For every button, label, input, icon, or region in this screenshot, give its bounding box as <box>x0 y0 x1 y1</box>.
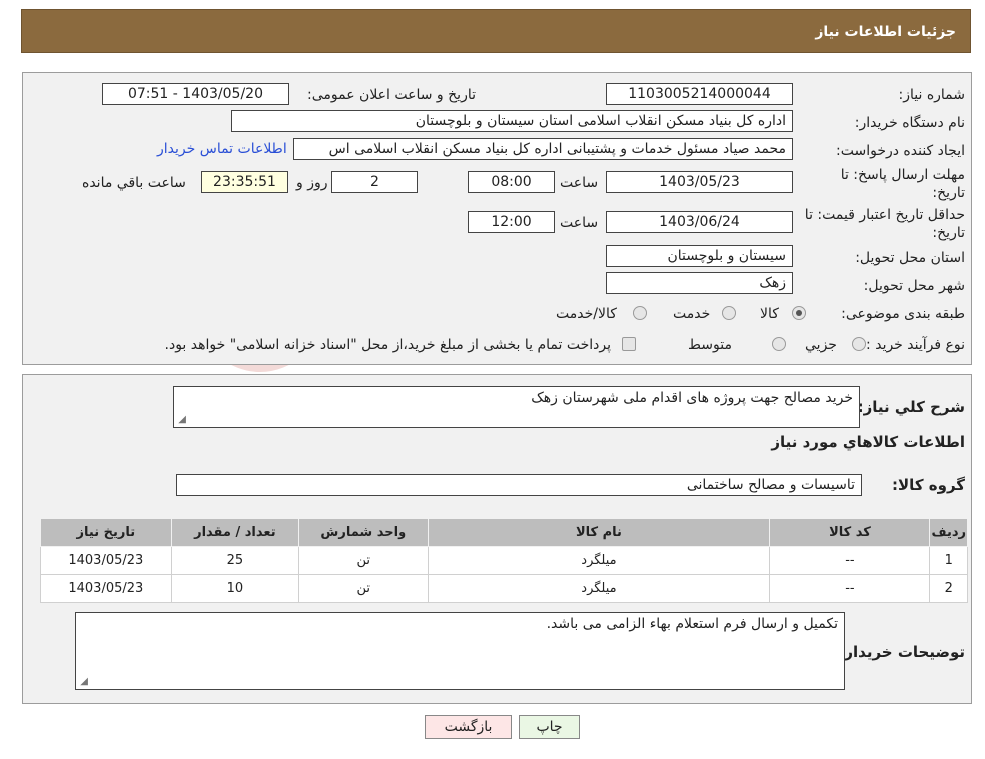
back-button[interactable]: بازگشت <box>425 715 512 739</box>
creator-field: محمد صیاد مسئول خدمات و پشتیبانی اداره ک… <box>293 138 793 160</box>
cell-unit: تن <box>298 546 429 575</box>
buyer-label: نام دستگاه خریدار: <box>854 115 965 131</box>
col-row-no: ردیف <box>929 518 968 547</box>
buyer-contact-link[interactable]: اطلاعات تماس خریدار <box>157 141 287 157</box>
cell-qty: 10 <box>170 574 300 603</box>
category-option-goods: کالا <box>760 306 779 322</box>
col-name: نام کالا <box>427 518 771 547</box>
table-row: 1 -- میلگرد تن 25 1403/05/23 <box>40 546 968 575</box>
goods-group-label: گروه کالا: <box>892 476 965 494</box>
cell-code: -- <box>769 574 931 603</box>
table-header-row: ردیف کد کالا نام کالا واحد شمارش تعداد /… <box>40 518 968 547</box>
process-option-medium: متوسط <box>688 337 732 353</box>
col-date: تاریخ نیاز <box>40 518 172 547</box>
remaining-word: ساعت باقي مانده <box>82 175 186 191</box>
resize-grip-icon[interactable]: ◢ <box>78 677 88 687</box>
cell-name: میلگرد <box>427 574 771 603</box>
process-note: پرداخت تمام یا بخشی از مبلغ خرید،از محل … <box>164 337 611 353</box>
validity-date-field: 1403/06/24 <box>606 211 793 233</box>
description-label: شرح کلي نیاز: <box>857 398 965 416</box>
category-radio-service[interactable] <box>722 306 736 320</box>
buyer-notes-text: تکمیل و ارسال فرم استعلام بهاء الزامی می… <box>546 616 838 632</box>
need-number-field: 1103005214000044 <box>606 83 793 105</box>
category-option-goods-service: کالا/خدمت <box>556 306 617 322</box>
remaining-time-field: 23:35:51 <box>201 171 288 193</box>
process-radio-minor[interactable] <box>852 337 866 351</box>
goods-group-field: تاسیسات و مصالح ساختمانی <box>176 474 862 496</box>
page-header: جزئیات اطلاعات نیاز <box>21 9 971 53</box>
buyer-notes-textarea[interactable]: تکمیل و ارسال فرم استعلام بهاء الزامی می… <box>75 612 845 690</box>
col-qty: تعداد / مقدار <box>170 518 300 547</box>
category-label: طبقه بندی موضوعی: <box>841 306 965 322</box>
category-option-service: خدمت <box>673 306 711 322</box>
announce-field: 1403/05/20 - 07:51 <box>102 83 289 105</box>
category-radio-goods-service[interactable] <box>633 306 647 320</box>
city-field: زهک <box>606 272 793 294</box>
validity-label: حداقل تاریخ اعتبار قیمت: تا تاریخ: <box>804 207 965 241</box>
goods-table-wrap: ردیف کد کالا نام کالا واحد شمارش تعداد /… <box>40 518 968 603</box>
goods-section-title: اطلاعات کالاهاي مورد نیاز <box>771 433 965 451</box>
deadline-label: مهلت ارسال پاسخ: تا تاریخ: <box>840 167 965 201</box>
treasury-checkbox[interactable] <box>622 337 636 351</box>
days-field: 2 <box>331 171 418 193</box>
description-text: خرید مصالح جهت پروژه های اقدام ملی شهرست… <box>531 390 853 406</box>
cell-date: 1403/05/23 <box>40 546 172 575</box>
goods-table: ردیف کد کالا نام کالا واحد شمارش تعداد /… <box>40 518 968 603</box>
days-word: روز و <box>296 175 328 191</box>
cell-unit: تن <box>298 574 429 603</box>
description-textarea[interactable]: خرید مصالح جهت پروژه های اقدام ملی شهرست… <box>173 386 860 428</box>
process-label: نوع فرآیند خرید : <box>866 337 965 353</box>
creator-label: ایجاد کننده درخواست: <box>836 143 965 159</box>
buyer-field: اداره کل بنیاد مسکن انقلاب اسلامی استان … <box>231 110 793 132</box>
announce-label: تاریخ و ساعت اعلان عمومی: <box>307 87 476 103</box>
category-radio-goods[interactable] <box>792 306 806 320</box>
cell-code: -- <box>769 546 931 575</box>
city-label: شهر محل تحویل: <box>863 278 965 294</box>
deadline-date-field: 1403/05/23 <box>606 171 793 193</box>
deadline-time-field: 08:00 <box>468 171 555 193</box>
resize-grip-icon[interactable]: ◢ <box>176 415 186 425</box>
province-field: سیستان و بلوچستان <box>606 245 793 267</box>
process-option-minor: جزیي <box>805 337 837 353</box>
province-label: استان محل تحویل: <box>855 250 965 266</box>
buyer-notes-label: توضیحات خریدار: <box>838 643 965 661</box>
validity-time-field: 12:00 <box>468 211 555 233</box>
table-row: 2 -- میلگرد تن 10 1403/05/23 <box>40 574 968 603</box>
cell-row-no: 2 <box>929 574 968 603</box>
cell-row-no: 1 <box>929 546 968 575</box>
print-button[interactable]: چاپ <box>519 715 580 739</box>
cell-qty: 25 <box>170 546 300 575</box>
deadline-time-word: ساعت <box>560 175 599 191</box>
validity-time-word: ساعت <box>560 215 599 231</box>
need-number-label: شماره نیاز: <box>898 87 966 103</box>
col-code: کد کالا <box>769 518 931 547</box>
col-unit: واحد شمارش <box>298 518 429 547</box>
process-radio-medium[interactable] <box>772 337 786 351</box>
cell-name: میلگرد <box>427 546 771 575</box>
cell-date: 1403/05/23 <box>40 574 172 603</box>
